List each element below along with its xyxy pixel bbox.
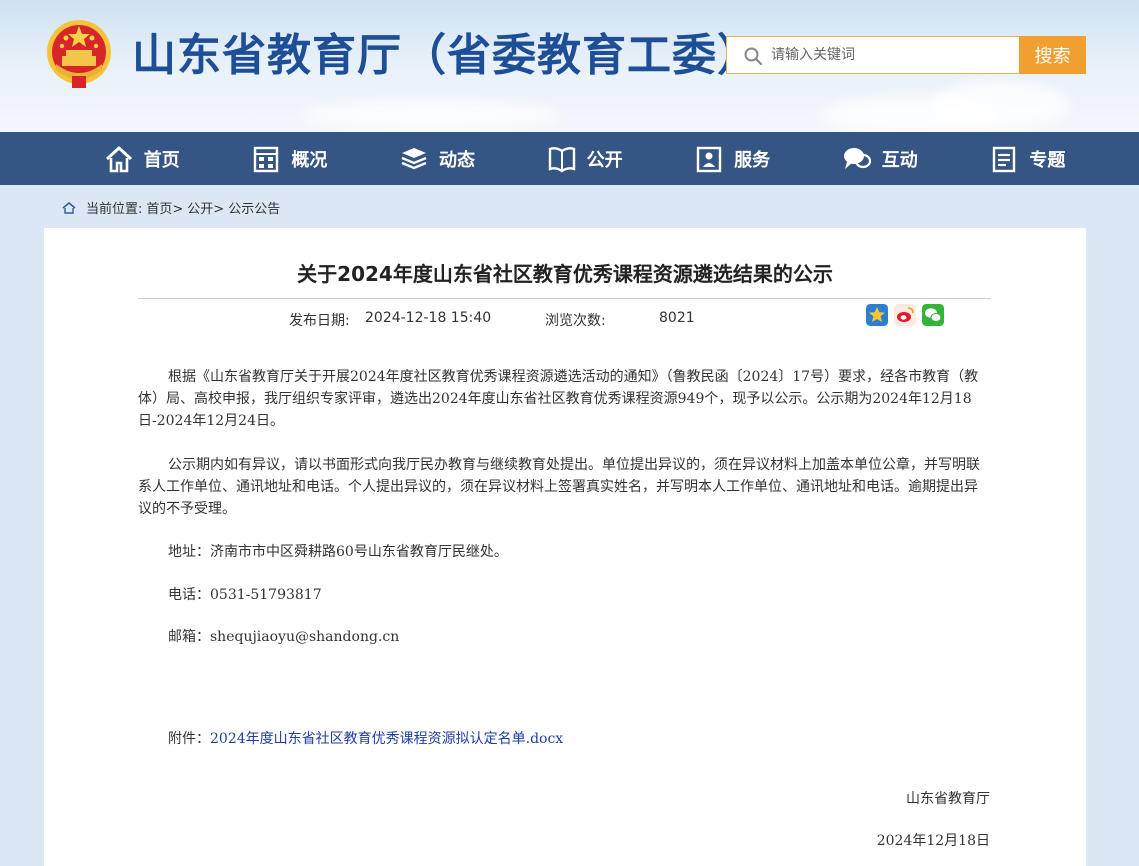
nav-label: 服务 xyxy=(734,149,771,171)
views-value: 8021 xyxy=(659,310,695,326)
breadcrumb-item-home[interactable]: 首页> xyxy=(146,198,183,217)
article-title: 关于2024年度山东省社区教育优秀课程资源遴选结果的公示 xyxy=(297,262,833,286)
weibo-share-icon[interactable] xyxy=(894,304,916,326)
search-input[interactable] xyxy=(771,37,1011,73)
nav-item-topic[interactable]: 专题 xyxy=(954,132,1102,185)
national-emblem-icon[interactable] xyxy=(44,18,114,92)
building-icon xyxy=(254,146,279,172)
cloud-decoration xyxy=(930,80,1070,130)
wechat-share-icon[interactable] xyxy=(922,304,944,326)
search-icon xyxy=(744,47,763,66)
chat-icon xyxy=(843,147,871,169)
paragraph-objection: 公示期内如有异议，请以书面形式向我厅民办教育与继续教育处提出。单位提出异议的，须… xyxy=(138,457,980,517)
search-button[interactable]: 搜索 xyxy=(1019,36,1086,74)
article-panel: 关于2024年度山东省社区教育优秀课程资源遴选结果的公示 发布日期: 2024-… xyxy=(44,228,1086,866)
nav-label: 互动 xyxy=(881,149,918,171)
attachment-link[interactable]: 2024年度山东省社区教育优秀课程资源拟认定名单.docx xyxy=(210,731,563,747)
nav-item-public[interactable]: 公开 xyxy=(511,132,659,185)
topic-icon xyxy=(993,146,1016,172)
nav-item-news[interactable]: 动态 xyxy=(363,132,511,185)
title-divider xyxy=(138,298,991,299)
service-icon xyxy=(696,146,722,172)
nav-label: 专题 xyxy=(1029,149,1066,171)
breadcrumb-item-notice[interactable]: 公示公告 xyxy=(228,198,280,217)
qzone-share-icon[interactable] xyxy=(866,304,888,326)
search-box xyxy=(726,36,1019,74)
date-label: 发布日期: xyxy=(289,313,350,329)
breadcrumb: 当前位置: 首页> 公开> 公示公告 xyxy=(62,198,284,217)
nav-item-home[interactable]: 首页 xyxy=(68,132,216,185)
home-small-icon xyxy=(62,201,76,214)
nav-item-service[interactable]: 服务 xyxy=(658,132,806,185)
home-icon xyxy=(105,146,132,172)
main-nav: 首页 概况 动态 公开 服务 互动 专题 xyxy=(0,132,1139,185)
book-icon xyxy=(548,146,575,172)
site-title[interactable]: 山东省教育厅（省委教育工委） xyxy=(132,26,762,86)
breadcrumb-item-public[interactable]: 公开> xyxy=(187,198,224,217)
attachment-row: 附件：2024年度山东省社区教育优秀课程资源拟认定名单.docx xyxy=(168,728,563,748)
nav-item-interact[interactable]: 互动 xyxy=(806,132,954,185)
contact-phone: 电话：0531-51793817 xyxy=(168,587,322,603)
nav-label: 首页 xyxy=(143,149,180,171)
signature-date: 2024年12月18日 xyxy=(876,833,990,849)
nav-item-overview[interactable]: 概况 xyxy=(216,132,364,185)
paragraph-basis: 根据《山东省教育厅关于开展2024年度社区教育优秀课程资源遴选活动的通知》（鲁教… xyxy=(138,369,979,429)
cloud-decoration xyxy=(300,100,560,130)
nav-label: 概况 xyxy=(291,149,328,171)
breadcrumb-prefix: 当前位置: xyxy=(86,202,143,217)
site-header: 山东省教育厅（省委教育工委） 搜索 xyxy=(0,0,1139,132)
contact-email: 邮箱：shequjiaoyu@shandong.cn xyxy=(168,629,400,645)
views-label: 浏览次数: xyxy=(545,313,606,329)
news-icon xyxy=(401,147,427,169)
attachment-label: 附件： xyxy=(168,731,210,747)
nav-label: 公开 xyxy=(586,149,623,171)
signature-org: 山东省教育厅 xyxy=(906,791,990,807)
nav-label: 动态 xyxy=(438,149,475,171)
contact-address: 地址：济南市市中区舜耕路60号山东省教育厅民继处。 xyxy=(168,544,508,560)
date-value: 2024-12-18 15:40 xyxy=(365,310,492,326)
